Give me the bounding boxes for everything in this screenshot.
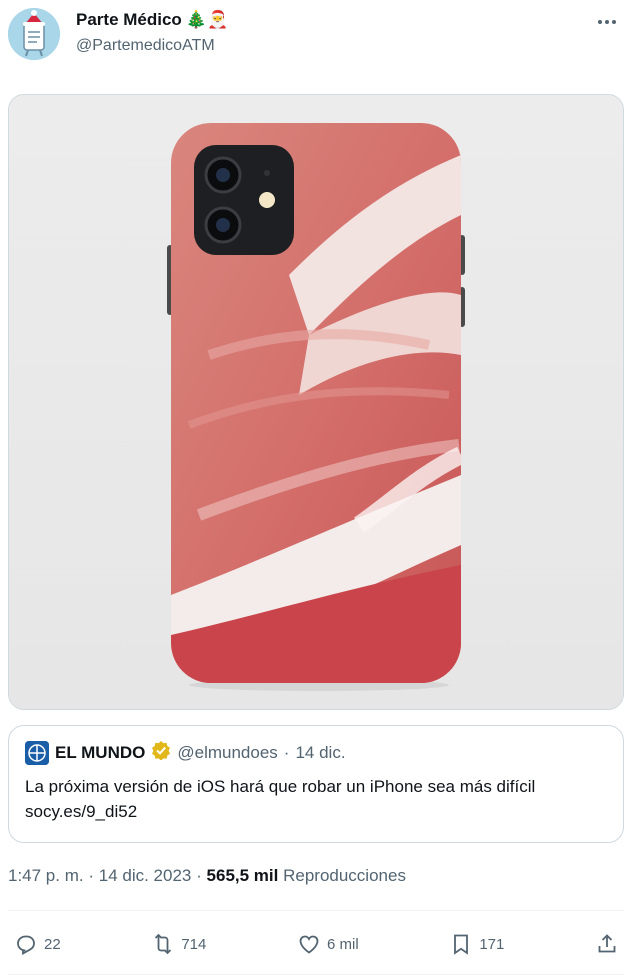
more-options-icon[interactable]	[595, 10, 619, 34]
repost-count: 714	[181, 935, 207, 953]
reply-count: 22	[44, 935, 61, 953]
like-count: 6 mil	[327, 935, 359, 953]
repost-button[interactable]: 714	[151, 932, 206, 956]
bookmark-icon	[454, 934, 469, 955]
bookmark-count: 171	[479, 935, 505, 953]
quoted-tweet-card[interactable]: EL MUNDO @elmundoes · 14 dic. La próxima…	[8, 725, 624, 843]
reply-button[interactable]: 22	[14, 932, 61, 956]
quoted-tweet-text: La próxima versión de iOS hará que robar…	[25, 777, 536, 821]
meta-separator: ·	[196, 866, 202, 885]
divider	[8, 974, 624, 975]
verified-badge-icon	[151, 740, 171, 766]
views-count: 565,5 mil	[206, 866, 279, 885]
divider	[8, 910, 624, 911]
quoted-tweet-header: EL MUNDO @elmundoes · 14 dic.	[25, 740, 607, 766]
repost-icon	[155, 933, 172, 955]
heart-icon	[299, 935, 319, 954]
author-handle[interactable]: @PartemedicoATM	[76, 35, 228, 57]
meta-separator: ·	[88, 866, 95, 885]
views-label: Reproducciones	[283, 866, 406, 885]
el-mundo-logo-icon[interactable]	[25, 741, 49, 765]
quoted-author-name: EL MUNDO	[55, 743, 146, 762]
author-name[interactable]: Parte Médico 🎄🎅	[76, 8, 228, 32]
author-block: Parte Médico 🎄🎅 @PartemedicoATM	[76, 8, 228, 57]
tweet-time[interactable]: 1:47 p. m.	[8, 866, 84, 885]
author-avatar[interactable]	[8, 8, 60, 60]
author-name-text[interactable]: Parte Médico	[76, 8, 182, 32]
reply-icon	[17, 935, 35, 956]
tweet-date[interactable]: 14 dic. 2023	[99, 866, 192, 885]
share-button[interactable]	[595, 932, 619, 956]
tweet-meta: 1:47 p. m. · 14 dic. 2023 · 565,5 mil Re…	[8, 864, 406, 888]
like-button[interactable]: 6 mil	[297, 932, 359, 956]
tweet-media-image[interactable]	[8, 94, 624, 710]
quoted-separator: ·	[283, 743, 290, 762]
author-name-emoji: 🎄🎅	[185, 10, 229, 29]
bookmark-button[interactable]: 171	[449, 932, 504, 956]
share-icon	[598, 934, 616, 953]
quoted-author-handle: @elmundoes	[177, 743, 278, 762]
quoted-date: 14 dic.	[295, 743, 346, 762]
tweet-action-bar: 22 714 6 mil 171	[14, 926, 619, 962]
